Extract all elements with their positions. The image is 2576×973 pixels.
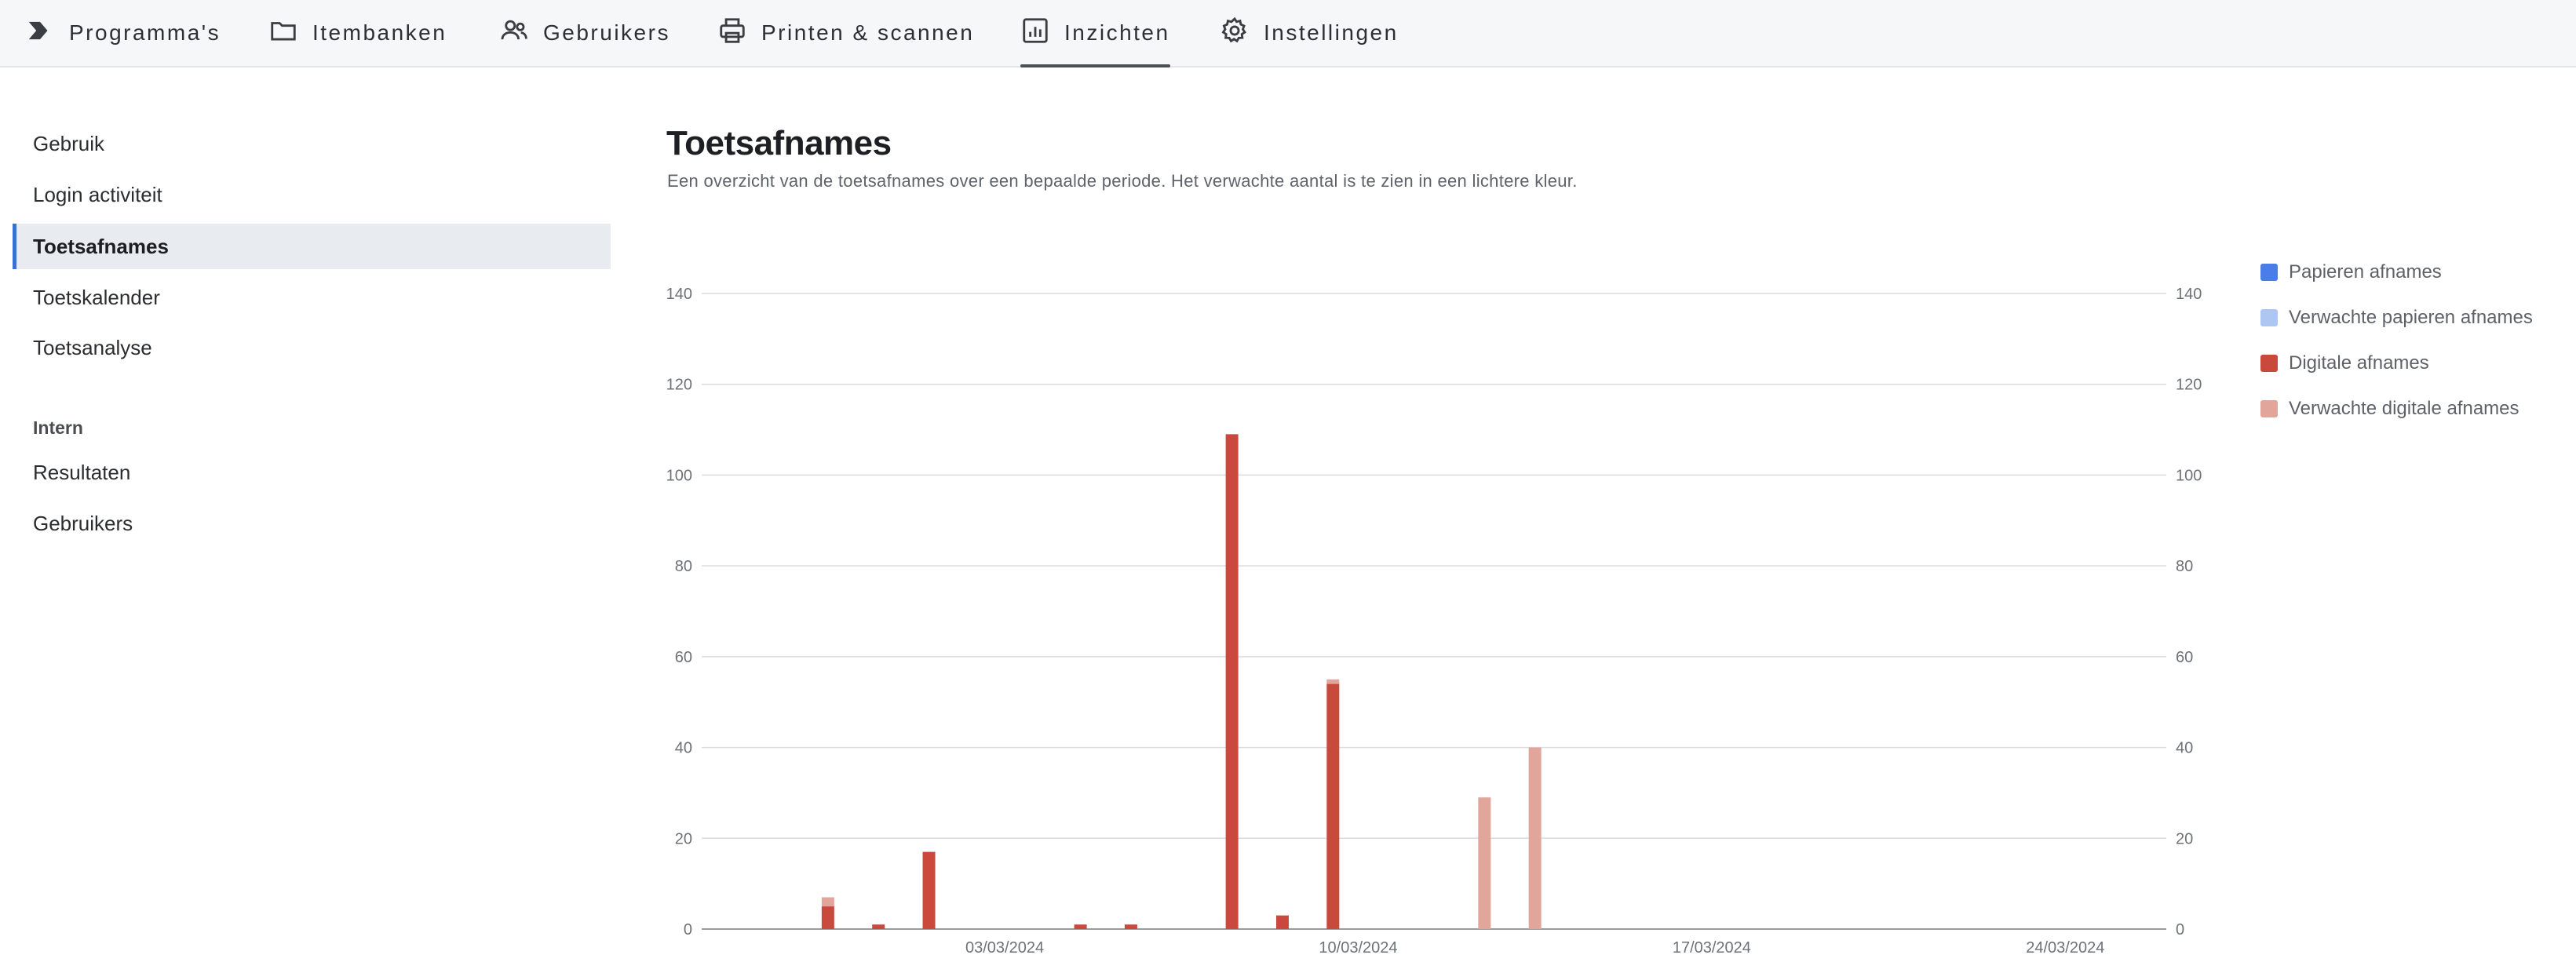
sidebar-item-toetsafnames[interactable]: Toetsafnames	[13, 224, 611, 269]
nav-instellingen[interactable]: Instellingen	[1220, 0, 1399, 66]
sidebar-item-label: Gebruik	[33, 131, 105, 155]
legend-item[interactable]: Verwachte papieren afnames	[2260, 295, 2533, 341]
page-title: Toetsafnames	[666, 124, 892, 162]
sidebar-item-gebruik[interactable]: Gebruik	[13, 121, 611, 166]
legend-label: Verwachte papieren afnames	[2289, 307, 2533, 328]
y-tick-label: 20	[675, 830, 692, 847]
nav-itembanken[interactable]: Itembanken	[268, 0, 447, 66]
bar-digitale-afnames	[1275, 915, 1289, 929]
legend-swatch	[2260, 264, 2278, 281]
x-tick-label: 17/03/2024	[1673, 939, 1751, 957]
bar-verwachte-digitale-afnames	[1528, 747, 1542, 929]
nav-printen-scannen[interactable]: Printen & scannen	[717, 0, 974, 66]
y-tick-label-right: 80	[2176, 558, 2193, 575]
y-tick-label-right: 40	[2176, 740, 2193, 757]
sidebar-item-label: Toetskalender	[33, 285, 160, 309]
y-tick-label-right: 120	[2176, 377, 2202, 394]
top-navigation: Programma's Itembanken Gebruikers Printe…	[0, 0, 2576, 67]
bar-digitale-afnames	[922, 851, 936, 929]
chevron-right-icon	[25, 16, 55, 51]
bar-digitale-afnames	[1074, 924, 1087, 929]
bar-verwachte-digitale-afnames	[1478, 797, 1491, 929]
nav-label: Itembanken	[312, 20, 447, 45]
gear-icon	[1220, 16, 1250, 51]
chart-legend: Papieren afnames Verwachte papieren afna…	[2260, 250, 2533, 432]
bar-digitale-afnames	[1124, 924, 1137, 929]
y-tick-label: 60	[675, 649, 692, 666]
bar-digitale-afnames	[1225, 434, 1239, 929]
legend-item[interactable]: Digitale afnames	[2260, 341, 2533, 386]
sidebar-item-label: Gebruikers	[33, 511, 133, 535]
sidebar-item-label: Login activiteit	[33, 182, 162, 206]
legend-label: Papieren afnames	[2289, 261, 2442, 282]
users-icon	[499, 16, 529, 51]
chart: 0 0 20 20 40 40 60 60 80 80 100 100 120 120 140 140 03/0…	[666, 286, 2202, 957]
sidebar-section-heading: Intern	[33, 417, 83, 438]
bar-digitale-afnames	[1326, 683, 1340, 929]
bar-verwachte-digitale-afnames	[1326, 679, 1340, 684]
bar-digitale-afnames	[821, 906, 834, 929]
y-tick-label-right: 60	[2176, 649, 2193, 666]
nav-label: Programma's	[69, 20, 221, 45]
legend-swatch	[2260, 400, 2278, 417]
y-tick-label: 40	[675, 740, 692, 757]
y-tick-label: 80	[675, 558, 692, 575]
sidebar-item-toetsanalyse[interactable]: Toetsanalyse	[13, 325, 611, 370]
sidebar-item-toetskalender[interactable]: Toetskalender	[13, 275, 611, 320]
y-tick-label: 120	[666, 377, 692, 394]
bar-digitale-afnames	[872, 924, 885, 929]
folder-icon	[268, 16, 298, 51]
y-tick-label: 100	[666, 467, 692, 484]
legend-swatch	[2260, 309, 2278, 326]
nav-label: Instellingen	[1264, 20, 1399, 45]
nav-label: Inzichten	[1064, 20, 1170, 45]
printer-icon	[717, 16, 747, 51]
nav-label: Gebruikers	[543, 20, 670, 45]
x-tick-label: 03/03/2024	[965, 939, 1044, 957]
nav-gebruikers[interactable]: Gebruikers	[499, 0, 670, 66]
chart-icon	[1020, 16, 1050, 51]
y-tick-label-right: 140	[2176, 286, 2202, 303]
legend-label: Verwachte digitale afnames	[2289, 398, 2519, 419]
sidebar: Gebruik Login activiteit Toetsafnames To…	[0, 67, 612, 973]
y-tick-label-right: 20	[2176, 830, 2193, 847]
y-tick-label: 140	[666, 286, 692, 303]
nav-label: Printen & scannen	[761, 20, 975, 45]
page-subtitle: Een overzicht van de toetsafnames over e…	[667, 171, 1578, 191]
legend-item[interactable]: Verwachte digitale afnames	[2260, 386, 2533, 432]
y-tick-label-right: 100	[2176, 467, 2202, 484]
sidebar-item-login-activiteit[interactable]: Login activiteit	[13, 172, 611, 217]
legend-swatch	[2260, 355, 2278, 372]
nav-programmas[interactable]: Programma's	[25, 0, 221, 66]
legend-item[interactable]: Papieren afnames	[2260, 250, 2533, 295]
sidebar-item-resultaten[interactable]: Resultaten	[13, 450, 611, 495]
legend-label: Digitale afnames	[2289, 352, 2429, 374]
sidebar-item-label: Resultaten	[33, 460, 131, 484]
y-tick-label-right: 0	[2176, 921, 2184, 938]
sidebar-item-label: Toetsafnames	[33, 234, 169, 258]
y-tick-label: 0	[684, 921, 692, 938]
sidebar-item-label: Toetsanalyse	[33, 335, 152, 359]
x-tick-label: 24/03/2024	[2026, 939, 2104, 957]
nav-inzichten[interactable]: Inzichten	[1020, 0, 1170, 67]
bar-verwachte-digitale-afnames	[821, 897, 834, 907]
sidebar-item-gebruikers[interactable]: Gebruikers	[13, 501, 611, 546]
x-tick-label: 10/03/2024	[1319, 939, 1397, 957]
